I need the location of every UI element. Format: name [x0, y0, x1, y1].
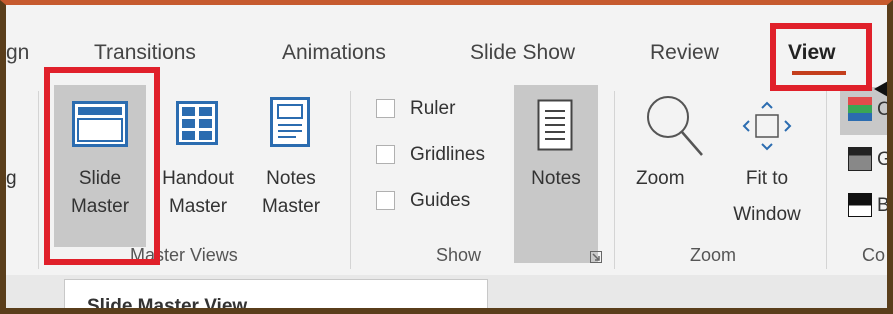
fit-to-window-icon[interactable]: [742, 101, 792, 151]
zoom-icon[interactable]: [646, 95, 704, 157]
color-label-fragment: C: [877, 99, 891, 120]
guides-checkbox[interactable]: [376, 191, 395, 210]
notes-label: Notes: [531, 168, 581, 189]
notes-master-icon[interactable]: [270, 97, 310, 147]
color-icon: [848, 97, 872, 121]
black-and-white-label-fragment[interactable]: B: [877, 192, 887, 220]
grayscale-icon[interactable]: [848, 147, 872, 171]
group-label-show: Show: [436, 245, 482, 265]
handout-master-icon[interactable]: [176, 101, 218, 145]
tooltip: Slide Master View: [64, 279, 488, 314]
tab-slide-show[interactable]: Slide Show: [470, 41, 575, 65]
notes-icon: [537, 99, 573, 151]
black-and-white-icon[interactable]: [848, 193, 872, 217]
arrow-pointer-icon: [874, 81, 887, 97]
gridlines-label[interactable]: Gridlines: [410, 144, 485, 166]
powerpoint-window: gn Transitions Animations Slide Show Rev…: [0, 0, 893, 314]
tab-review[interactable]: Review: [650, 41, 719, 65]
fit-to-window-label-1[interactable]: Fit to: [722, 165, 812, 193]
group-separator: [826, 91, 827, 269]
grayscale-label-fragment[interactable]: G: [877, 146, 887, 174]
view-tab-highlight: [770, 23, 872, 91]
tab-transitions[interactable]: Transitions: [94, 41, 196, 65]
handout-master-label-2[interactable]: Master: [152, 193, 244, 221]
notes-master-label-2[interactable]: Master: [246, 193, 336, 221]
group-separator: [614, 91, 615, 269]
group-label-color: Co: [862, 245, 886, 265]
guides-label[interactable]: Guides: [410, 190, 470, 212]
gridlines-checkbox[interactable]: [376, 145, 395, 164]
group-label-zoom: Zoom: [690, 245, 737, 265]
tab-animations[interactable]: Animations: [282, 41, 386, 65]
slide-master-highlight: [44, 67, 160, 265]
handout-master-label-1[interactable]: Handout: [152, 165, 244, 193]
notes-master-label-1[interactable]: Notes: [246, 165, 336, 193]
ruler-label[interactable]: Ruler: [410, 98, 455, 120]
fit-to-window-label-2[interactable]: Window: [722, 201, 812, 229]
dialog-launcher-icon[interactable]: [590, 251, 602, 263]
ruler-checkbox[interactable]: [376, 99, 395, 118]
tab-design[interactable]: gn: [6, 41, 29, 65]
group-separator: [38, 91, 39, 269]
normal-view-label-fragment: g: [6, 168, 17, 189]
tooltip-title: Slide Master View: [87, 296, 248, 314]
zoom-label[interactable]: Zoom: [636, 165, 685, 193]
group-separator: [350, 91, 351, 269]
